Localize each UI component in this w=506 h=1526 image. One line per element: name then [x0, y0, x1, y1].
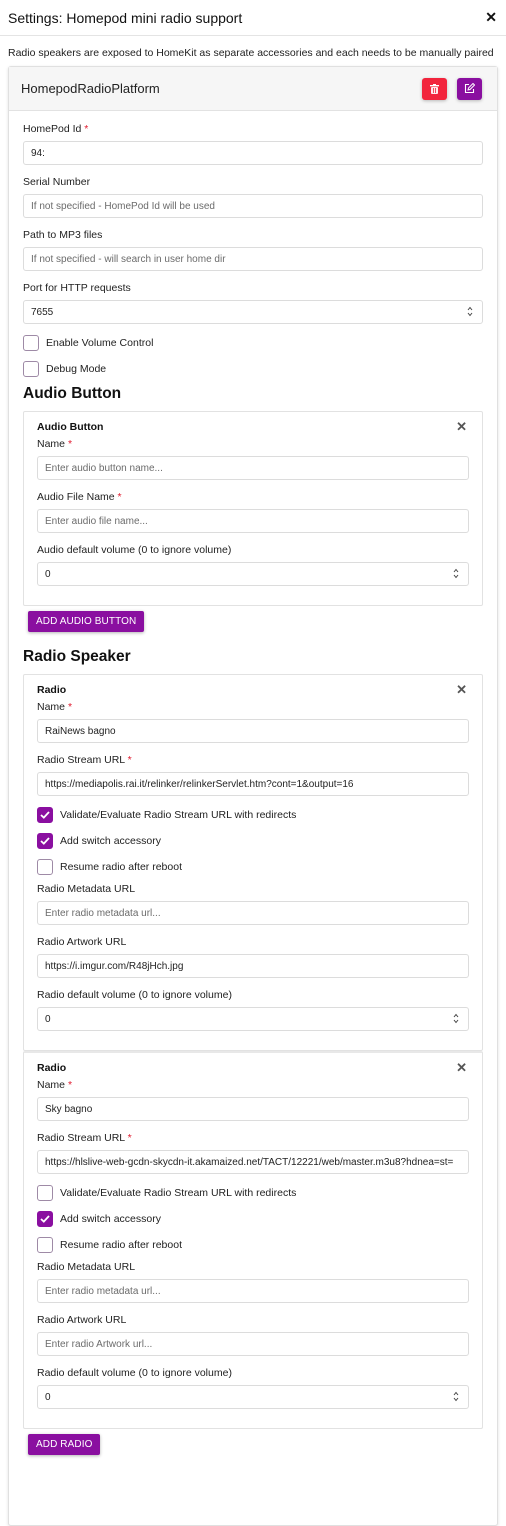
artwork-url-input[interactable]: [37, 1332, 469, 1356]
audio-name-label: Name *: [37, 438, 73, 450]
check-icon: [40, 837, 50, 845]
spinner-icon[interactable]: [453, 1013, 459, 1024]
mp3-path-input[interactable]: [23, 247, 483, 271]
debug-mode-checkbox[interactable]: [23, 361, 39, 377]
modal-header: Settings: Homepod mini radio support ✕: [0, 0, 506, 36]
resume-radio-checkbox-row[interactable]: Resume radio after reboot: [37, 855, 469, 879]
homepod-id-label: HomePod Id *: [23, 123, 89, 135]
volume-control-checkbox-row[interactable]: Enable Volume Control: [23, 331, 483, 355]
radio-volume-input[interactable]: [37, 1385, 469, 1409]
switch-accessory-label: Add switch accessory: [60, 1213, 161, 1225]
radio-url-label: Radio Stream URL *: [37, 754, 132, 766]
radio-name-label: Name *: [37, 1079, 73, 1091]
delete-button[interactable]: [422, 77, 447, 100]
mp3-path-label: Path to MP3 files: [23, 229, 103, 241]
validate-url-label: Validate/Evaluate Radio Stream URL with …: [60, 809, 297, 821]
radio-card-title: Radio: [37, 684, 67, 696]
radio-card: Radio ✕ Name * Radio Stream URL * Valida…: [23, 674, 483, 1051]
trash-icon: [430, 83, 439, 94]
radio-volume-label: Radio default volume (0 to ignore volume…: [37, 1367, 232, 1379]
add-audio-button[interactable]: ADD AUDIO BUTTON: [28, 611, 145, 632]
radio-card-title: Radio: [37, 1062, 67, 1074]
switch-accessory-label: Add switch accessory: [60, 835, 161, 847]
radio-card: Radio ✕ Name * Radio Stream URL * Valida…: [23, 1051, 483, 1429]
audio-button-card: Audio Button ✕ Name * Audio File Name * …: [23, 411, 483, 606]
resume-radio-label: Resume radio after reboot: [60, 861, 182, 873]
switch-accessory-checkbox[interactable]: [37, 833, 53, 849]
debug-mode-label: Debug Mode: [46, 363, 107, 375]
remove-audio-button-icon[interactable]: ✕: [456, 419, 467, 435]
audio-file-label: Audio File Name *: [37, 491, 122, 503]
audio-file-input[interactable]: [37, 509, 469, 533]
metadata-url-label: Radio Metadata URL: [37, 883, 136, 895]
audio-section-title: Audio Button: [23, 385, 122, 402]
audio-volume-input[interactable]: [37, 562, 469, 586]
audio-volume-label: Audio default volume (0 to ignore volume…: [37, 544, 232, 556]
radio-volume-label: Radio default volume (0 to ignore volume…: [37, 989, 232, 1001]
serial-number-label: Serial Number: [23, 176, 91, 188]
radio-url-label: Radio Stream URL *: [37, 1132, 132, 1144]
http-port-input[interactable]: [23, 300, 483, 324]
edit-button[interactable]: [457, 77, 482, 100]
artwork-url-label: Radio Artwork URL: [37, 936, 127, 948]
audio-name-input[interactable]: [37, 456, 469, 480]
resume-radio-checkbox[interactable]: [37, 1237, 53, 1253]
edit-icon: [464, 83, 475, 94]
spinner-icon[interactable]: [453, 1391, 459, 1402]
radio-name-label: Name *: [37, 701, 73, 713]
platform-card: HomepodRadioPlatform HomePod Id * 94: Se…: [8, 66, 498, 1526]
platform-card-header: HomepodRadioPlatform: [9, 67, 497, 111]
audio-button-card-title: Audio Button: [37, 421, 104, 433]
check-icon: [40, 1215, 50, 1223]
resume-radio-checkbox[interactable]: [37, 859, 53, 875]
spinner-icon[interactable]: [467, 306, 473, 317]
add-radio-button[interactable]: ADD RADIO: [28, 1434, 101, 1455]
check-icon: [40, 811, 50, 819]
platform-title: HomepodRadioPlatform: [21, 81, 160, 96]
switch-accessory-checkbox-row[interactable]: Add switch accessory: [37, 829, 469, 853]
validate-url-checkbox[interactable]: [37, 807, 53, 823]
volume-control-label: Enable Volume Control: [46, 337, 154, 349]
debug-mode-checkbox-row[interactable]: Debug Mode: [23, 357, 483, 381]
radio-url-input[interactable]: [37, 772, 469, 796]
remove-radio-icon[interactable]: ✕: [456, 682, 467, 698]
artwork-url-label: Radio Artwork URL: [37, 1314, 127, 1326]
radio-url-input[interactable]: [37, 1150, 469, 1174]
switch-accessory-checkbox[interactable]: [37, 1211, 53, 1227]
serial-number-input[interactable]: [23, 194, 483, 218]
close-icon[interactable]: ✕: [485, 9, 497, 26]
radio-name-input[interactable]: [37, 1097, 469, 1121]
resume-radio-label: Resume radio after reboot: [60, 1239, 182, 1251]
volume-control-checkbox[interactable]: [23, 335, 39, 351]
spinner-icon[interactable]: [453, 568, 459, 579]
validate-url-checkbox-row[interactable]: Validate/Evaluate Radio Stream URL with …: [37, 1181, 469, 1205]
radio-volume-input[interactable]: [37, 1007, 469, 1031]
resume-radio-checkbox-row[interactable]: Resume radio after reboot: [37, 1233, 469, 1257]
modal-description: Radio speakers are exposed to HomeKit as…: [8, 47, 494, 59]
metadata-url-input[interactable]: [37, 901, 469, 925]
http-port-label: Port for HTTP requests: [23, 282, 131, 294]
artwork-url-input[interactable]: [37, 954, 469, 978]
radio-section-title: Radio Speaker: [23, 648, 131, 665]
validate-url-checkbox[interactable]: [37, 1185, 53, 1201]
homepod-id-input[interactable]: [23, 141, 483, 165]
radio-name-input[interactable]: [37, 719, 469, 743]
remove-radio-icon[interactable]: ✕: [456, 1060, 467, 1076]
metadata-url-label: Radio Metadata URL: [37, 1261, 136, 1273]
metadata-url-input[interactable]: [37, 1279, 469, 1303]
validate-url-label: Validate/Evaluate Radio Stream URL with …: [60, 1187, 297, 1199]
modal-title: Settings: Homepod mini radio support: [8, 9, 243, 26]
switch-accessory-checkbox-row[interactable]: Add switch accessory: [37, 1207, 469, 1231]
validate-url-checkbox-row[interactable]: Validate/Evaluate Radio Stream URL with …: [37, 803, 469, 827]
